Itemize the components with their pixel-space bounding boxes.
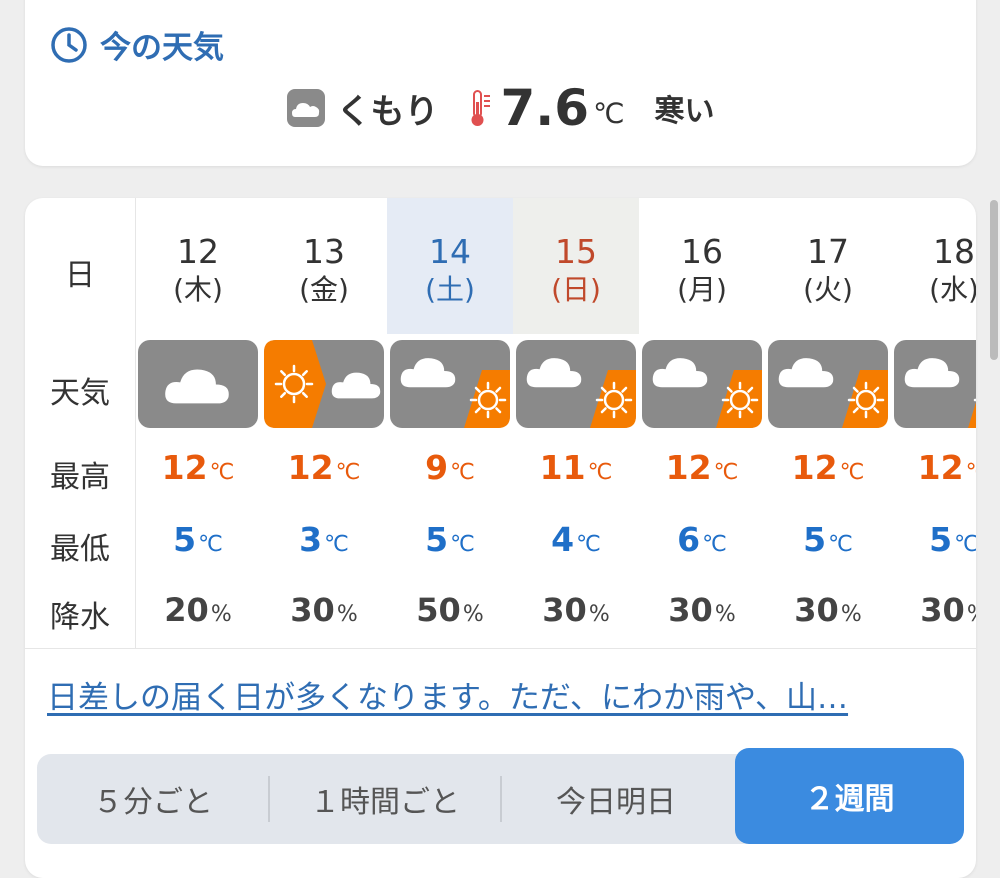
low-temp: 6℃ [677,520,727,559]
high-temp: 9℃ [425,448,475,487]
precip-prob: 20% [164,591,232,629]
precip-prob: 30% [542,591,610,629]
tab-two-weeks[interactable]: ２週間 [735,748,964,844]
day-weekday: (月) [677,273,727,306]
high-temp: 12℃ [161,448,235,487]
current-weather-title: 今の天気 [50,22,224,67]
day-header: 15 (日) [513,198,639,334]
cloudy-sometimes-sunny-icon [390,340,510,428]
forecast-day-column: 13 (金) 12℃ 3℃ 30% [261,198,387,648]
divider [25,648,976,649]
low-temp: 5℃ [425,520,475,559]
day-weekday: (水) [929,273,976,306]
day-weekday: (木) [173,273,223,306]
day-header: 12 (木) [135,198,261,334]
row-labels-column: 日 天気 最高 最低 降水 [25,198,136,648]
clock-icon [51,26,87,63]
cloudy-sometimes-sunny-icon [894,340,976,428]
day-date: 15 [555,232,597,271]
day-date: 12 [177,232,219,271]
cloud-icon [287,89,326,127]
low-temp: 5℃ [173,520,223,559]
current-temperature: 7.6 [500,79,590,137]
day-weekday: (金) [299,273,349,306]
interval-tab-bar: ５分ごと １時間ごと 今日明日 ２週間 [37,748,964,844]
tab-5min[interactable]: ５分ごと [37,754,269,844]
current-weather-row: くもり 7.6 ℃ 寒い [25,72,976,144]
current-weather-title-text: 今の天気 [100,30,224,66]
precip-prob: 30% [668,591,736,629]
current-weather-card: 今の天気 くもり 7.6 ℃ 寒い [25,0,976,166]
high-temp: 12℃ [791,448,865,487]
forecast-day-column: 12 (木) 12℃ 5℃ 20% [135,198,261,648]
tab-hourly[interactable]: １時間ごと [269,754,501,844]
precip-prob: 30% [794,591,862,629]
day-date: 14 [429,232,471,271]
high-temp: 12℃ [665,448,739,487]
precip-prob: 30% [920,591,976,629]
thermometer-icon [471,90,491,126]
day-header: 14 (土) [387,198,513,334]
row-label-low: 最低 [50,532,110,567]
two-week-forecast-card: 日 天気 最高 最低 降水 12 (木) 12℃ 5℃ 20% 13 (金) 12℃ 3℃ 30%… [25,198,976,878]
forecast-day-column: 18(水) 12℃ 5℃ 30% [891,198,976,648]
cloudy-sometimes-sunny-icon [768,340,888,428]
forecast-day-column: 16 (月) 12℃ 6℃ 30% [639,198,765,648]
row-label-weather: 天気 [50,376,110,411]
low-temp: 3℃ [299,520,349,559]
current-feel: 寒い [654,94,715,129]
cloudy-icon [138,340,258,428]
scrollbar[interactable] [990,200,998,360]
day-weekday: (土) [425,273,475,306]
current-temperature-unit: ℃ [593,96,625,130]
forecast-summary-link[interactable]: 日差しの届く日が多くなります。ただ、にわか雨や、山… [47,672,947,717]
forecast-day-column: 17 (火) 12℃ 5℃ 30% [765,198,891,648]
day-header: 18 (水) [891,198,976,334]
day-date: 18 [933,232,975,271]
day-date: 13 [303,232,345,271]
forecast-day-column: 15 (日) 11℃ 4℃ 30% [513,198,639,648]
forecast-day-column: 14 (土) 9℃ 5℃ 50% [387,198,513,648]
current-condition: くもり [336,91,439,132]
day-weekday: (日) [551,273,601,306]
precip-prob: 50% [416,591,484,629]
day-header: 17 (火) [765,198,891,334]
low-temp: 5℃ [803,520,853,559]
high-temp: 11℃ [539,448,613,487]
cloudy-sometimes-sunny-icon [516,340,636,428]
row-label-date: 日 [65,258,95,293]
tab-separator [500,776,502,822]
high-temp: 12℃ [287,448,361,487]
sunny-then-cloudy-icon [264,340,384,428]
low-temp: 4℃ [551,520,601,559]
cloudy-sometimes-sunny-icon [642,340,762,428]
day-weekday: (火) [803,273,853,306]
tab-today-tomorrow[interactable]: 今日明日 [501,754,731,844]
tab-separator [268,776,270,822]
low-temp: 5℃ [929,520,976,559]
day-header: 16 (月) [639,198,765,334]
precip-prob: 30% [290,591,358,629]
day-header: 13 (金) [261,198,387,334]
row-label-high: 最高 [50,460,110,495]
high-temp: 12℃ [917,448,976,487]
day-date: 17 [807,232,849,271]
row-label-precip: 降水 [50,600,110,635]
day-date: 16 [681,232,723,271]
